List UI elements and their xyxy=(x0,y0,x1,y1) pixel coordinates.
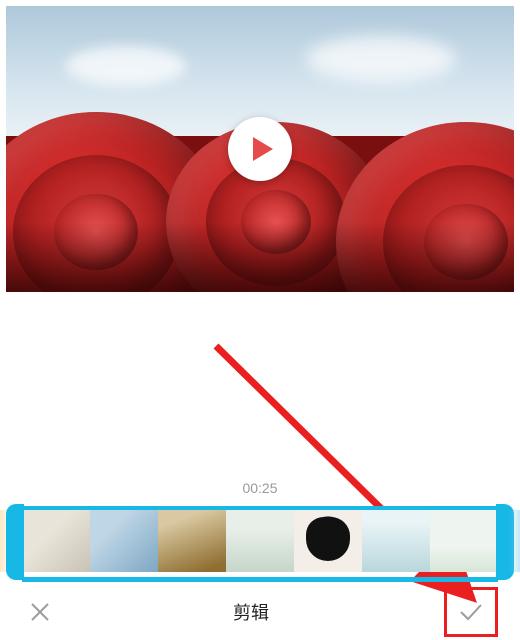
thumb xyxy=(158,510,226,572)
check-icon xyxy=(458,602,484,622)
thumb xyxy=(90,510,158,572)
play-button[interactable] xyxy=(228,117,292,181)
toolbar-title: 剪辑 xyxy=(233,599,269,625)
thumb xyxy=(226,510,294,572)
cloud xyxy=(306,36,456,82)
cloud xyxy=(66,46,186,86)
timeline-fade-right xyxy=(508,510,520,572)
play-icon xyxy=(253,137,273,161)
close-icon xyxy=(29,601,51,623)
trim-handle-left[interactable] xyxy=(6,504,24,580)
thumb xyxy=(362,510,430,572)
confirm-button[interactable] xyxy=(453,594,489,630)
cancel-button[interactable] xyxy=(22,594,58,630)
preview-shadow xyxy=(6,222,514,292)
timestamp: 00:25 xyxy=(0,480,520,496)
trim-timeline[interactable] xyxy=(6,504,514,582)
thumb xyxy=(22,510,90,572)
thumb xyxy=(430,510,498,572)
thumb xyxy=(294,510,362,572)
thumbnail-strip[interactable] xyxy=(22,510,498,572)
annotation-highlight-box xyxy=(444,587,498,637)
video-preview[interactable] xyxy=(6,6,514,292)
bottom-toolbar: 剪辑 xyxy=(0,588,520,636)
trim-rail xyxy=(22,577,498,582)
